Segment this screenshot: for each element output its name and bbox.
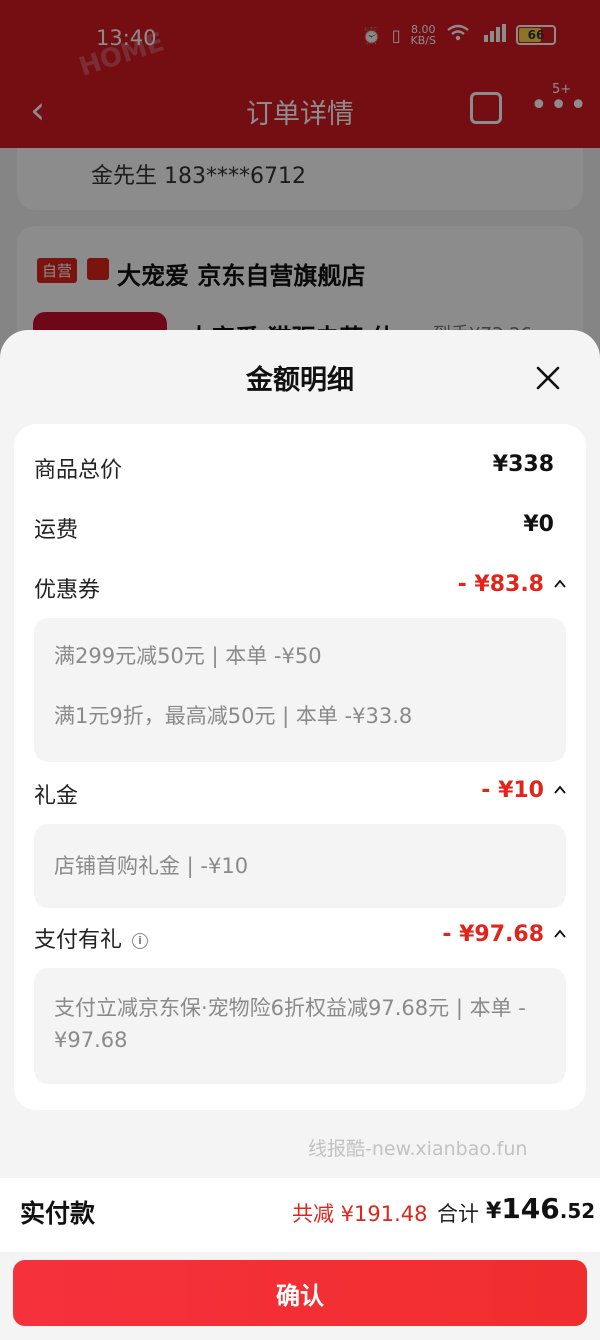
shipping-row: 运费 ¥0 (34, 512, 566, 546)
close-icon[interactable] (534, 364, 562, 392)
shipping-label: 运费 (34, 518, 79, 543)
confirm-button[interactable]: 确认 (13, 1260, 587, 1326)
pay-gift-row[interactable]: 支付有礼 i - ¥97.68 (34, 922, 566, 956)
pay-gift-detail-line: 支付立减京东保·宠物险6折权益减97.68元 | 本单 -¥97.68 (54, 996, 526, 1052)
chevron-up-icon[interactable] (554, 784, 566, 796)
total-bar: 实付款 共减 ¥191.48 合计 ¥146.52 (0, 1178, 600, 1252)
pay-gift-value: - ¥97.68 (442, 922, 544, 947)
coupon-detail-line: 满1元9折，最高减50元 | 本单 -¥33.8 (54, 704, 413, 728)
paid-label: 实付款 (20, 1199, 96, 1228)
info-icon[interactable]: i (132, 933, 149, 949)
coupon-details: 满299元减50元 | 本单 -¥50 满1元9折，最高减50元 | 本单 -¥… (34, 618, 566, 762)
watermark-text: 线报酷-new.xianbao.fun (308, 1138, 528, 1160)
gift-money-value: - ¥10 (481, 778, 544, 803)
chevron-up-icon[interactable] (554, 578, 566, 590)
gift-money-detail-line: 店铺首购礼金 | -¥10 (54, 854, 249, 878)
coupon-detail-line: 满299元减50元 | 本单 -¥50 (54, 644, 322, 668)
gift-money-details: 店铺首购礼金 | -¥10 (34, 824, 566, 908)
pay-gift-details: 支付立减京东保·宠物险6折权益减97.68元 | 本单 -¥97.68 (34, 968, 566, 1084)
coupon-value: - ¥83.8 (457, 572, 544, 597)
coupon-label: 优惠券 (34, 578, 101, 603)
total-amount: ¥146.52 (486, 1192, 596, 1225)
goods-total-label: 商品总价 (34, 458, 123, 483)
pay-gift-label: 支付有礼 i (34, 922, 149, 954)
shipping-value: ¥0 (523, 512, 554, 537)
goods-total-value: ¥338 (492, 452, 554, 477)
gift-money-label: 礼金 (34, 784, 79, 809)
goods-total-row: 商品总价 ¥338 (34, 452, 566, 486)
sheet-title: 金额明细 (246, 365, 354, 396)
sum-label: 合计 (437, 1202, 479, 1226)
chevron-up-icon[interactable] (554, 928, 566, 940)
coupon-row[interactable]: 优惠券 - ¥83.8 (34, 572, 566, 606)
total-saved: 共减 ¥191.48 (292, 1202, 428, 1226)
gift-money-row[interactable]: 礼金 - ¥10 (34, 778, 566, 812)
amount-detail-card: 商品总价 ¥338 运费 ¥0 优惠券 - ¥83.8 满299元减50元 | … (14, 424, 586, 1110)
amount-detail-sheet: 金额明细 商品总价 ¥338 运费 ¥0 优惠券 - ¥83.8 满299元减5… (0, 330, 600, 1340)
